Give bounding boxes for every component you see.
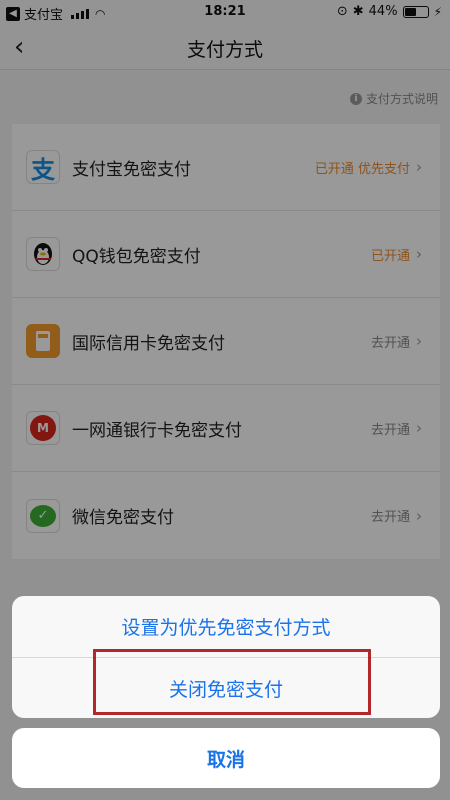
set-preferred-button[interactable]: 设置为优先免密支付方式: [12, 596, 440, 657]
highlight-annotation: [93, 649, 371, 715]
cancel-button[interactable]: 取消: [12, 728, 440, 788]
